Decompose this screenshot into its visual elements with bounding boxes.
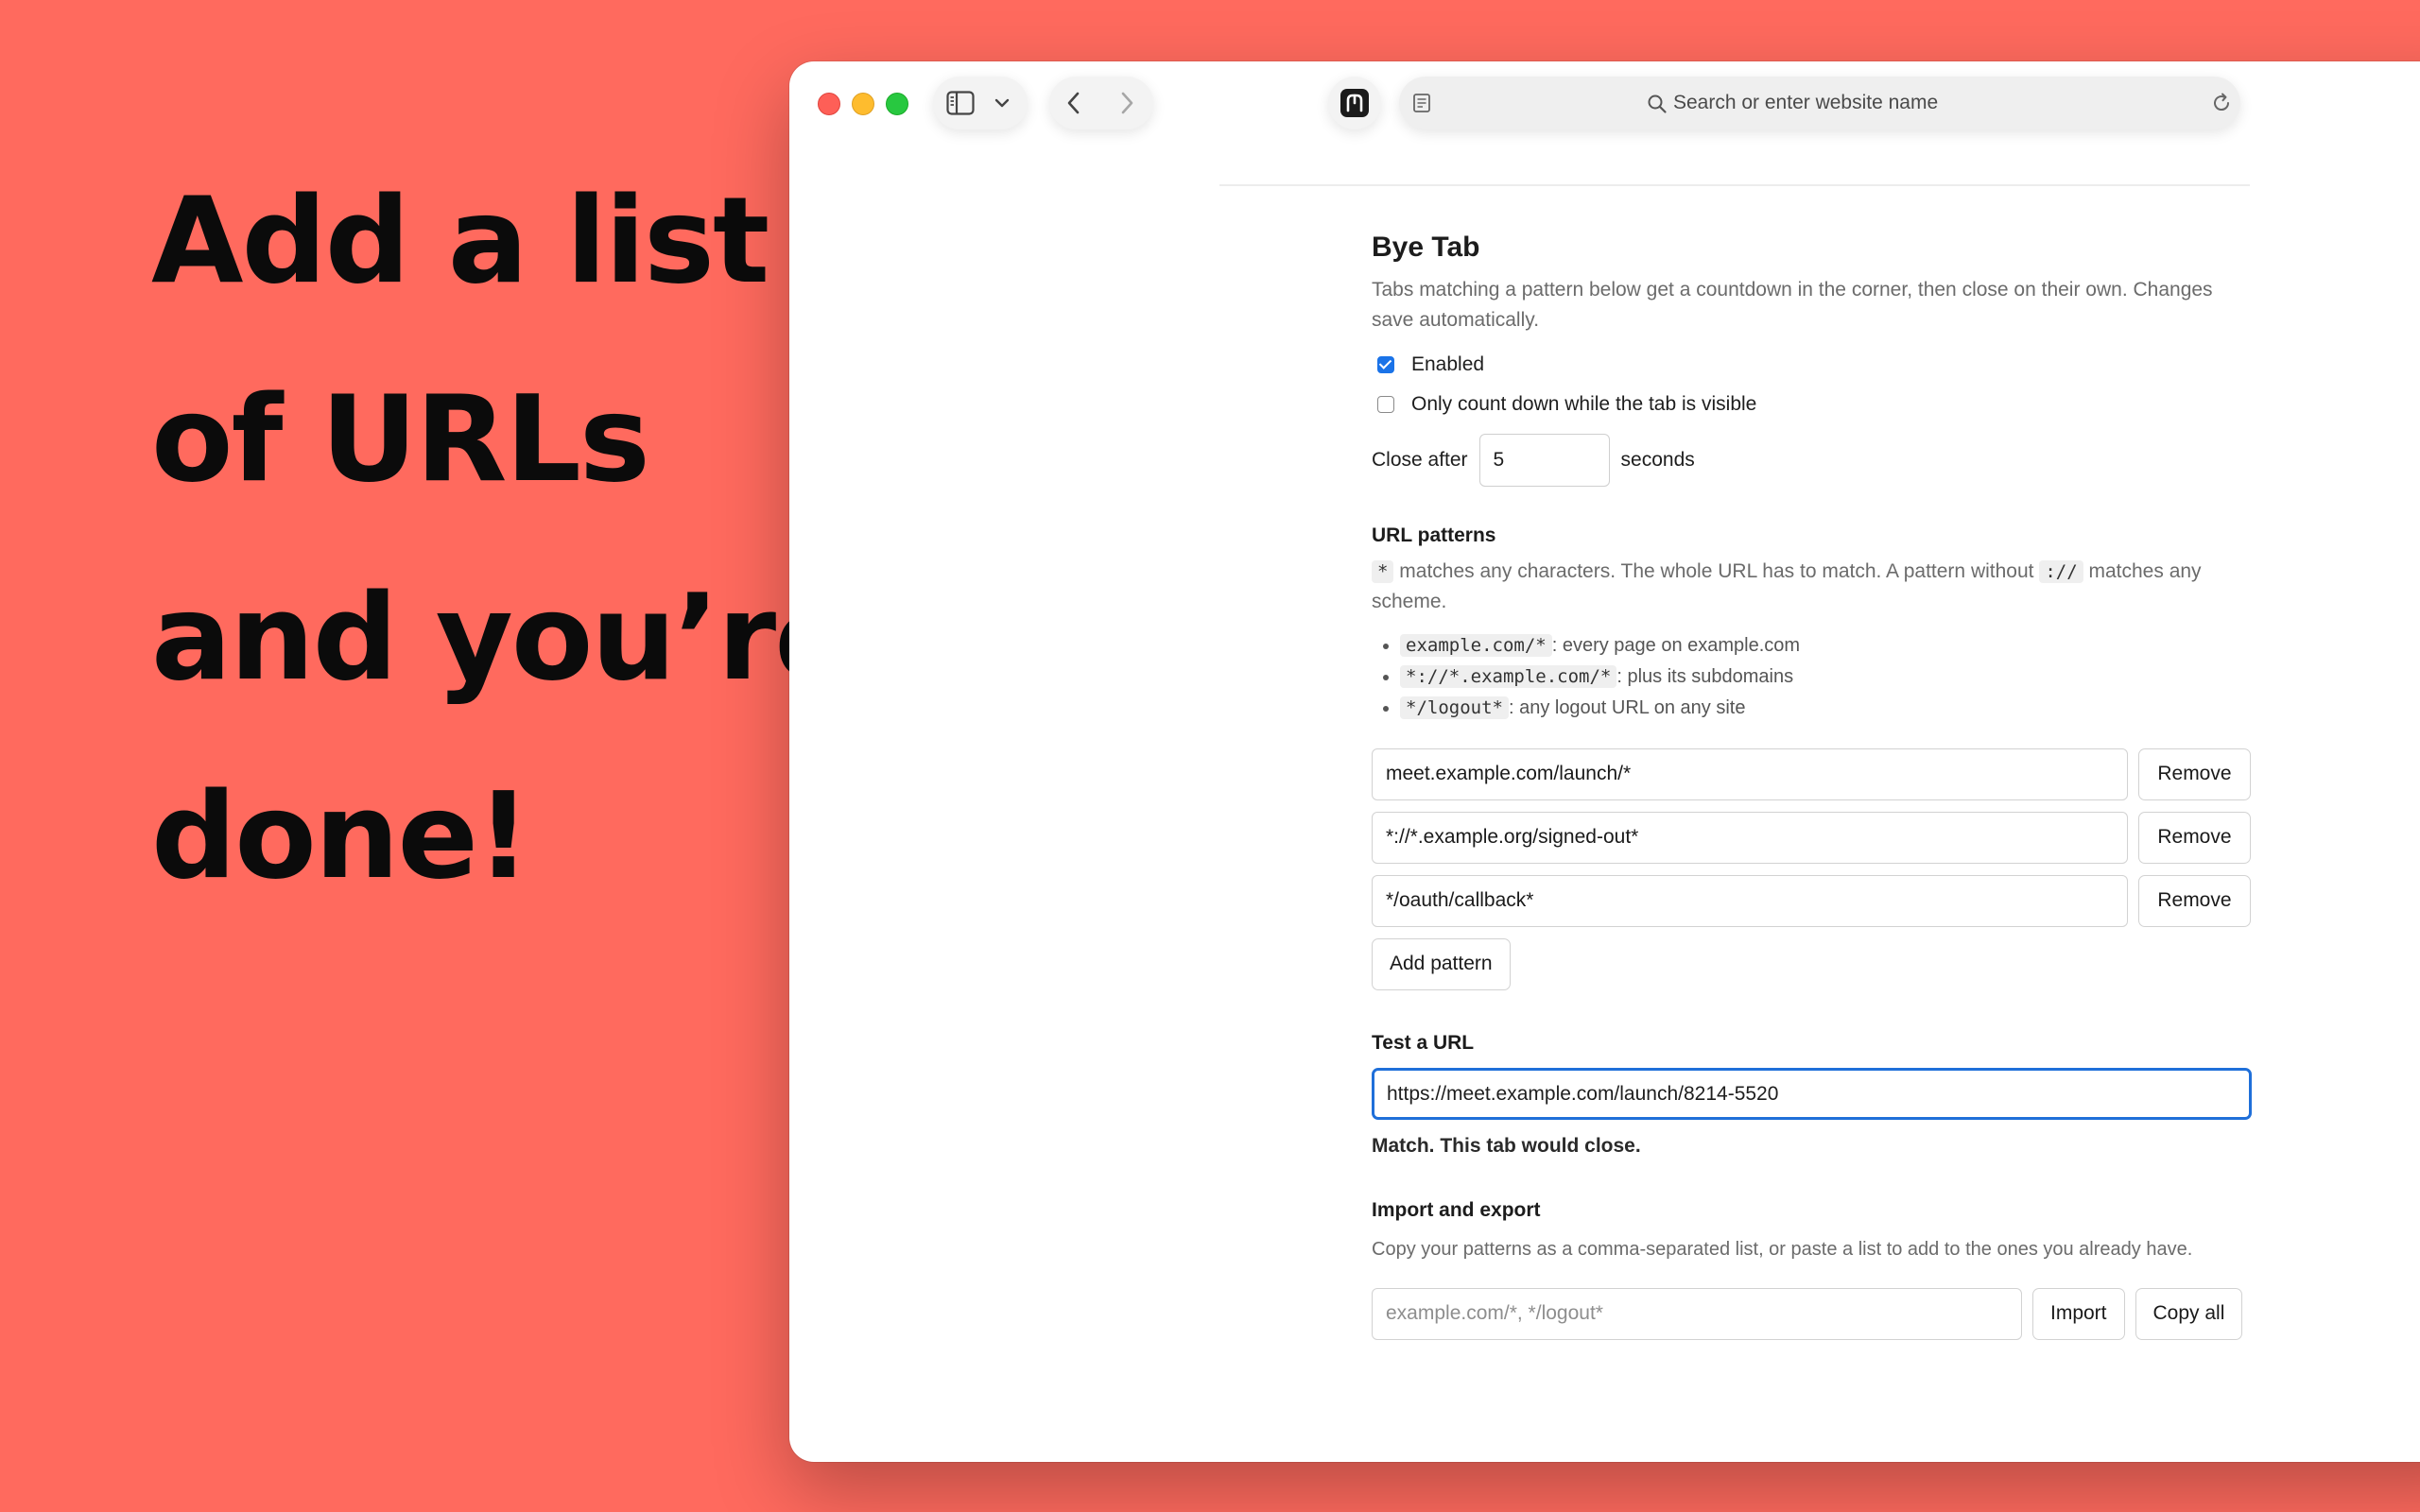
back-icon[interactable] <box>1064 91 1083 115</box>
headline-line: Add a list <box>151 171 769 310</box>
address-bar[interactable]: Search or enter website name <box>1399 77 2240 129</box>
headline-line: of URLs <box>151 369 650 508</box>
import-button[interactable]: Import <box>2032 1288 2125 1340</box>
list-item: example.com/*: every page on example.com <box>1400 630 2251 662</box>
headline-line: and you’re <box>151 568 856 707</box>
visible-only-checkbox[interactable] <box>1377 396 1394 413</box>
add-pattern-button[interactable]: Add pattern <box>1372 938 1511 990</box>
pattern-row: meet.example.com/launch/* Remove <box>1372 748 2251 800</box>
import-input[interactable]: example.com/*, */logout* <box>1372 1288 2022 1340</box>
close-window-button[interactable] <box>818 93 840 115</box>
sidebar-icon <box>946 91 975 115</box>
example-text: : any logout URL on any site <box>1508 697 1746 718</box>
example-code: *://*.example.com/* <box>1400 665 1617 688</box>
pattern-list: meet.example.com/launch/* Remove *://*.e… <box>1372 748 2251 927</box>
address-placeholder: Search or enter website name <box>1673 92 1939 113</box>
pattern-input[interactable]: */oauth/callback* <box>1372 875 2128 927</box>
test-url-input[interactable]: https://meet.example.com/launch/8214-552… <box>1372 1068 2252 1120</box>
headline-line: done! <box>151 766 530 905</box>
pattern-input[interactable]: *://*.example.org/signed-out* <box>1372 812 2128 864</box>
close-after-label: Close after <box>1372 449 1468 471</box>
pattern-row: */oauth/callback* Remove <box>1372 875 2251 927</box>
enabled-toggle[interactable]: Enabled <box>1377 345 2251 385</box>
import-export-heading: Import and export <box>1372 1199 1541 1221</box>
close-after-input[interactable]: 5 <box>1478 434 1610 487</box>
test-url-heading: Test a URL <box>1372 1032 1475 1054</box>
help-text-1: matches any characters. The whole URL ha… <box>1399 560 2034 582</box>
reader-icon[interactable] <box>1412 93 1431 113</box>
close-after-row: Close after 5 seconds <box>1372 434 2251 487</box>
headline: Add a list of URLs and you’re done! <box>151 142 856 936</box>
options-page: Bye Tab Tabs matching a pattern below ge… <box>1372 232 2252 1340</box>
seconds-label: seconds <box>1620 449 1695 471</box>
copy-all-button[interactable]: Copy all <box>2135 1288 2243 1340</box>
remove-button[interactable]: Remove <box>2137 748 2251 800</box>
import-export-description: Copy your patterns as a comma-separated … <box>1372 1239 2193 1260</box>
url-patterns-heading: URL patterns <box>1372 524 1496 546</box>
sidebar-toggle-button[interactable] <box>933 77 1028 129</box>
reload-icon[interactable] <box>2210 92 2233 114</box>
titlebar: Search or enter website name <box>789 61 2420 184</box>
forward-icon[interactable] <box>1117 91 1136 115</box>
minimize-window-button[interactable] <box>852 93 874 115</box>
visible-only-toggle[interactable]: Only count down while the tab is visible <box>1377 385 2251 424</box>
remove-button[interactable]: Remove <box>2137 812 2251 864</box>
toolbar-divider <box>1219 184 2250 186</box>
pattern-row: *://*.example.org/signed-out* Remove <box>1372 812 2251 864</box>
example-text: : every page on example.com <box>1551 635 1801 656</box>
zoom-window-button[interactable] <box>886 93 908 115</box>
visible-only-label: Only count down while the tab is visible <box>1411 393 1757 415</box>
import-row: example.com/*, */logout* Import Copy all <box>1372 1288 2251 1340</box>
pattern-input[interactable]: meet.example.com/launch/* <box>1372 748 2128 800</box>
navigation-buttons <box>1049 77 1153 129</box>
remove-button[interactable]: Remove <box>2137 875 2251 927</box>
example-text: : plus its subdomains <box>1616 666 1794 687</box>
list-item: */logout*: any logout URL on any site <box>1400 693 2251 724</box>
match-result: Match. This tab would close. <box>1372 1135 1641 1157</box>
extension-icon <box>1340 89 1369 117</box>
page-description: Tabs matching a pattern below get a coun… <box>1372 279 2213 331</box>
page-title: Bye Tab <box>1372 232 1480 263</box>
example-code: */logout* <box>1400 696 1509 719</box>
chevron-down-icon[interactable] <box>994 97 1010 109</box>
extension-button[interactable] <box>1328 77 1381 129</box>
list-item: *://*.example.com/*: plus its subdomains <box>1400 662 2251 693</box>
browser-window: Search or enter website name Bye Tab Tab… <box>789 61 2420 1462</box>
search-icon <box>1648 94 1667 113</box>
enabled-label: Enabled <box>1411 353 1485 375</box>
pattern-examples: example.com/*: every page on example.com… <box>1372 630 2251 724</box>
example-code: example.com/* <box>1400 634 1552 657</box>
url-patterns-help: * matches any characters. The whole URL … <box>1372 557 2251 617</box>
star-code: * <box>1372 560 1394 583</box>
enabled-checkbox[interactable] <box>1377 356 1394 373</box>
scheme-code: :// <box>2039 560 2083 583</box>
